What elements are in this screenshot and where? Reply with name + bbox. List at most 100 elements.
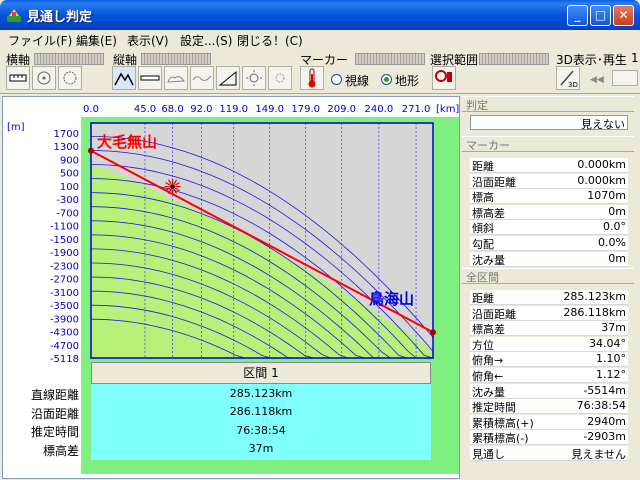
total-info-value: 76:38:54 <box>576 399 626 413</box>
radio-line-label: 視線 <box>345 74 370 88</box>
marker-slider[interactable] <box>355 53 425 65</box>
judge-section-header: 判定 <box>462 96 634 112</box>
marker-info-key: 標高差 <box>472 206 505 220</box>
x-tick-label: 240.0 <box>365 104 394 115</box>
y-tick-label: 500 <box>60 169 79 180</box>
total-info-key: 方位 <box>472 338 494 352</box>
x-tick-label: 68.0 <box>161 104 183 115</box>
total-info-row: 累積標高(+) 2940m <box>470 414 628 430</box>
y-tick-label: -1500 <box>50 235 79 246</box>
total-info-value: 1.10° <box>596 352 626 366</box>
marker-info-key: 距離 <box>472 160 494 173</box>
y-tick-label: -700 <box>56 208 79 219</box>
total-info-key: 沈み量 <box>472 385 505 399</box>
rewind-icon: ◀◀ <box>590 75 604 85</box>
3d-view-icon: 3D <box>560 70 578 88</box>
marker-info-value: 0m <box>608 204 626 218</box>
summary-value-elevation-diff: 37m <box>248 442 274 455</box>
maximize-button[interactable]: □ <box>590 5 611 26</box>
vertical-axis-slider[interactable] <box>141 53 211 65</box>
total-info-row: 俯角→ 1.10° <box>470 352 628 368</box>
total-info-value: 37m <box>601 321 626 335</box>
marker-info-row: 距離 0.000km <box>470 158 628 173</box>
summary-value-straight: 285.123km <box>229 387 293 400</box>
marker-info-value: 0.000km <box>577 173 626 187</box>
total-info-value: 見えません <box>571 448 626 461</box>
terrain-button[interactable] <box>112 66 136 90</box>
menu-file[interactable]: ファイル(F) <box>8 32 72 49</box>
marker-info-row: 傾斜 0.0° <box>470 220 628 236</box>
minimize-icon: _ <box>574 8 581 22</box>
x-tick-label: 119.0 <box>219 104 248 115</box>
curve-button[interactable] <box>32 66 56 90</box>
cloud-button[interactable] <box>164 66 188 90</box>
y-tick-label: -3500 <box>50 301 79 312</box>
obstruction-center <box>170 184 176 190</box>
summary-label-surface: 沿面距離 <box>30 407 79 421</box>
y-tick-label: -1100 <box>50 222 79 233</box>
horizontal-axis-slider[interactable] <box>34 53 104 65</box>
total-section-header: 全区間 <box>462 268 634 284</box>
view3d-value: 1 <box>631 51 639 65</box>
radio-line-of-sight[interactable] <box>331 74 342 85</box>
summary-value-surface: 286.118km <box>229 405 293 418</box>
total-info-row: 方位 34.04° <box>470 336 628 352</box>
sun-button[interactable] <box>242 66 266 90</box>
menu-close[interactable]: 閉じる！(C) <box>237 32 303 49</box>
total-info-key: 距離 <box>472 292 494 305</box>
ruler-button[interactable] <box>6 66 30 90</box>
cloud-icon <box>167 76 185 83</box>
range-slider[interactable] <box>479 53 549 65</box>
marker-button[interactable] <box>300 66 324 90</box>
play-button[interactable] <box>612 70 638 86</box>
marker-info-row: 沿面距離 0.000km <box>470 173 628 189</box>
total-info-key: 沿面距離 <box>472 307 516 321</box>
sun-alt-button[interactable] <box>268 66 292 90</box>
radio-terrain[interactable] <box>381 74 392 85</box>
view3d-button[interactable]: 3D <box>556 66 580 90</box>
y-tick-label: -4700 <box>50 341 79 352</box>
marker-info-key: 勾配 <box>472 238 494 251</box>
marker-info-key: 傾斜 <box>472 222 494 236</box>
total-info-row: 推定時間 76:38:54 <box>470 399 628 415</box>
thermometer-icon <box>308 68 316 88</box>
y-tick-label: -3900 <box>50 314 79 325</box>
wave-icon <box>192 75 212 81</box>
marker-info-key: 標高 <box>472 191 494 205</box>
sun-icon <box>246 70 262 86</box>
total-info-row: 沈み量 -5514m <box>470 383 628 399</box>
y-tick-label: 100 <box>60 182 79 193</box>
summary-value-time: 76:38:54 <box>236 424 286 437</box>
flat-button[interactable] <box>138 66 162 90</box>
maximize-icon: □ <box>594 8 607 22</box>
marker-info-value: 0.0% <box>598 236 626 249</box>
y-tick-label: 1700 <box>54 129 79 140</box>
minimize-button[interactable]: _ <box>567 5 588 26</box>
summary-label-straight: 直線距離 <box>30 388 79 402</box>
menu-view[interactable]: 表示(V) <box>127 32 169 49</box>
close-button[interactable]: ✕ <box>613 5 634 26</box>
start-location-label: 大毛無山 <box>97 133 157 151</box>
earth-button[interactable] <box>58 66 82 90</box>
y-tick-label: -1900 <box>50 248 79 259</box>
end-location-label: 鳥海山 <box>369 290 414 308</box>
menu-settings[interactable]: 設定...(S) <box>180 32 232 49</box>
x-tick-label: 149.0 <box>255 104 284 115</box>
total-info-row: 累積標高(-) -2903m <box>470 430 628 446</box>
summary-label-elevation-diff: 標高差 <box>42 444 79 458</box>
marker-info-value: 0.0° <box>603 220 626 234</box>
range-select-button[interactable] <box>432 66 456 90</box>
menu-edit[interactable]: 編集(E) <box>76 32 117 49</box>
earth-icon <box>63 71 77 85</box>
svg-text:3D: 3D <box>568 81 578 88</box>
title-bar: 見通し判定 _ □ ✕ <box>0 0 640 30</box>
total-info-value: -2903m <box>583 430 626 444</box>
wave-button[interactable] <box>190 66 214 90</box>
slope-button[interactable] <box>216 66 240 90</box>
mountain-icon <box>114 72 134 86</box>
rewind-button[interactable]: ◀◀ <box>590 72 604 85</box>
marker-info-value: 0m <box>608 251 626 265</box>
total-info-key: 累積標高(+) <box>472 416 534 430</box>
radio-terrain-label: 地形 <box>395 74 420 88</box>
total-info-value: 1.12° <box>596 368 626 381</box>
